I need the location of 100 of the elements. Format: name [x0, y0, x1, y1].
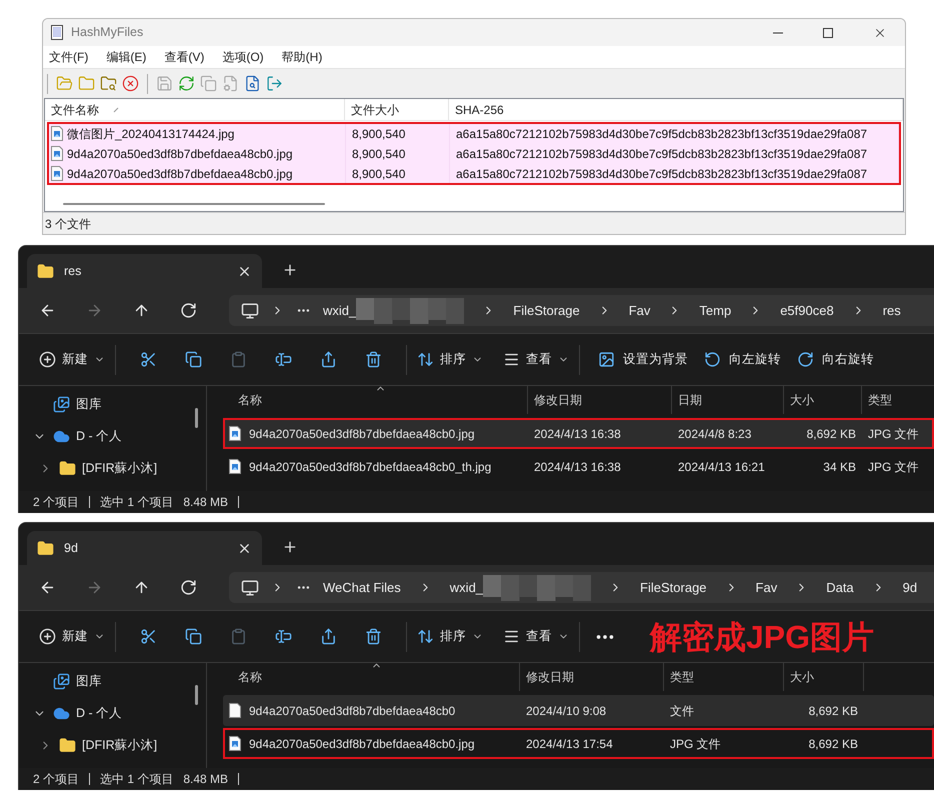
maximize-icon[interactable]	[823, 28, 833, 38]
delete-icon[interactable]	[122, 75, 139, 92]
scrollbar-thumb[interactable]	[195, 685, 198, 705]
menu-item[interactable]: 帮助(H)	[280, 48, 324, 66]
address-bar[interactable]: WeChat Files wxid_ FileStorage Fav Data 9d	[229, 572, 934, 603]
breadcrumb[interactable]: 9d	[902, 578, 918, 598]
image-file-icon	[229, 459, 241, 474]
table-row[interactable]: 微信图片_20240413174424.jpg 8,900,540 a6a15a80c7212102b75983d4d30be7c9f5dcb83b2823bf13cf3519dae29fa087	[47, 122, 901, 143]
file-row[interactable]: 9d4a2070a50ed3df8b7dbefdaea48cb0.jpg 2024/4/13 17:54 JPG 文件 8,692 KB	[223, 728, 934, 759]
folder-search-icon[interactable]	[100, 75, 117, 92]
scrollbar-thumb[interactable]	[63, 203, 325, 205]
table-cell-text: JPG 文件	[868, 426, 919, 442]
breadcrumb[interactable]: wxid_	[323, 298, 464, 324]
image-file-icon	[51, 146, 63, 161]
sort-button[interactable]: 排序	[417, 350, 483, 369]
column-header[interactable]: 类型	[664, 663, 784, 691]
file-row[interactable]: 9d4a2070a50ed3df8b7dbefdaea48cb0 2024/4/10 9:08 文件 8,692 KB	[223, 695, 934, 726]
breadcrumb[interactable]: wxid_	[450, 574, 592, 600]
breadcrumb[interactable]: Temp	[699, 300, 732, 320]
scrollbar-thumb[interactable]	[195, 408, 198, 428]
window-title: HashMyFiles	[71, 24, 144, 42]
copy-icon[interactable]	[185, 628, 202, 645]
column-header[interactable]: SHA-256	[449, 99, 903, 120]
sidebar-item[interactable]: D - 个人	[19, 697, 195, 729]
status-text: 8.48 MB	[183, 494, 228, 511]
trash-icon[interactable]	[365, 628, 382, 645]
address-bar[interactable]: wxid_ FileStorage Fav Temp e5f90ce8 res	[229, 295, 934, 326]
column-header[interactable]: 大小	[784, 663, 864, 691]
status-text: 选中 1 个项目	[100, 494, 174, 511]
new-tab-icon[interactable]	[282, 539, 298, 555]
table-cell-text: 2024/4/8 8:23	[678, 426, 752, 442]
file-row[interactable]: 9d4a2070a50ed3df8b7dbefdaea48cb0_th.jpg 2024/4/13 16:38 2024/4/13 16:21 34 KB JPG 文件	[223, 451, 934, 482]
column-header[interactable]: 名称	[223, 663, 520, 691]
table-cell-text: JPG 文件	[868, 458, 919, 476]
refresh-icon[interactable]	[180, 579, 197, 596]
menu-item[interactable]: 选项(O)	[220, 48, 266, 66]
new-tab-icon[interactable]	[282, 262, 298, 278]
sort-icon	[417, 351, 434, 368]
column-header[interactable]: 日期	[672, 386, 784, 414]
menu-item[interactable]: 文件(F)	[47, 48, 90, 66]
file-row[interactable]: 9d4a2070a50ed3df8b7dbefdaea48cb0.jpg 2024/4/13 16:38 2024/4/8 8:23 8,692 KB JPG 文件	[223, 418, 934, 449]
breadcrumb[interactable]: FileStorage	[513, 300, 580, 320]
scissors-icon[interactable]	[140, 628, 157, 645]
computer-icon	[241, 578, 259, 596]
sidebar-item[interactable]: 图库	[19, 665, 195, 697]
scissors-icon[interactable]	[140, 351, 157, 368]
column-header[interactable]: 类型	[862, 386, 934, 414]
column-header[interactable]: 大小	[784, 386, 862, 414]
toolbar-button[interactable]: 向右旋转	[797, 350, 874, 369]
table-cell-text: JPG 文件	[670, 736, 721, 752]
back-icon[interactable]	[39, 302, 56, 319]
breadcrumb[interactable]: e5f90ce8	[780, 300, 834, 320]
rotate-right-icon	[797, 351, 814, 368]
back-icon[interactable]	[39, 579, 56, 596]
table-row[interactable]: 9d4a2070a50ed3df8b7dbefdaea48cb0.jpg 8,900,540 a6a15a80c7212102b75983d4d30be7c9f5dcb83b2823bf13cf3519dae29fa087	[47, 164, 901, 185]
menu-item[interactable]: 编辑(E)	[104, 48, 148, 66]
table-cell-text: 8,900,540	[352, 146, 406, 162]
column-header[interactable]: 修改日期	[520, 663, 664, 691]
breadcrumb[interactable]: Fav	[628, 300, 650, 320]
sidebar-item[interactable]: [DFIR蘇小沐]	[19, 729, 195, 761]
tab[interactable]: 9d	[27, 531, 262, 565]
menu-item[interactable]: 查看(V)	[162, 48, 206, 66]
refresh-icon[interactable]	[180, 302, 197, 319]
sort-button[interactable]: 排序	[417, 627, 483, 646]
breadcrumb[interactable]: res	[882, 300, 901, 320]
breadcrumb[interactable]: WeChat Files	[323, 578, 401, 598]
status-text: 2 个项目	[33, 771, 80, 788]
exit-icon[interactable]	[266, 75, 283, 92]
up-arrow-icon[interactable]	[133, 579, 150, 596]
table-cell-text: 2024/4/13 16:21	[678, 458, 765, 476]
new-button[interactable]: 新建	[39, 350, 105, 369]
rename-icon[interactable]	[275, 351, 292, 368]
table-cell-text: 文件	[670, 702, 694, 720]
tab[interactable]: res	[27, 254, 262, 288]
share-icon[interactable]	[320, 628, 337, 645]
column-header[interactable]: 修改日期	[528, 386, 672, 414]
rename-icon[interactable]	[275, 628, 292, 645]
view-button[interactable]: 查看	[503, 627, 569, 646]
breadcrumb[interactable]: FileStorage	[640, 578, 707, 598]
column-header[interactable]: 名称	[223, 386, 528, 414]
breadcrumb[interactable]: Data	[826, 578, 854, 598]
find-icon[interactable]	[244, 75, 261, 92]
table-row[interactable]: 9d4a2070a50ed3df8b7dbefdaea48cb0.jpg 8,900,540 a6a15a80c7212102b75983d4d30be7c9f5dcb83b2823bf13cf3519dae29fa087	[47, 143, 901, 164]
breadcrumb[interactable]: Fav	[756, 578, 778, 598]
sidebar-item[interactable]: D - 个人	[19, 420, 195, 452]
trash-icon[interactable]	[365, 351, 382, 368]
new-button[interactable]: 新建	[39, 627, 105, 646]
sidebar-item[interactable]: [DFIR蘇小沐]	[19, 452, 195, 484]
toolbar-button[interactable]: 向左旋转	[704, 350, 781, 369]
table-cell-text: 8,900,540	[352, 166, 406, 182]
sidebar-item[interactable]: 图库	[19, 388, 195, 420]
view-button[interactable]: 查看	[503, 350, 569, 369]
column-header[interactable]: 文件名称	[45, 99, 345, 120]
plus-circle-icon	[39, 628, 56, 645]
toolbar-button[interactable]: 设置为背景	[598, 350, 688, 369]
image-file-icon	[51, 126, 63, 141]
share-icon[interactable]	[320, 351, 337, 368]
copy-icon[interactable]	[185, 351, 202, 368]
column-header[interactable]: 文件大小	[345, 99, 449, 120]
image-icon	[598, 351, 615, 368]
